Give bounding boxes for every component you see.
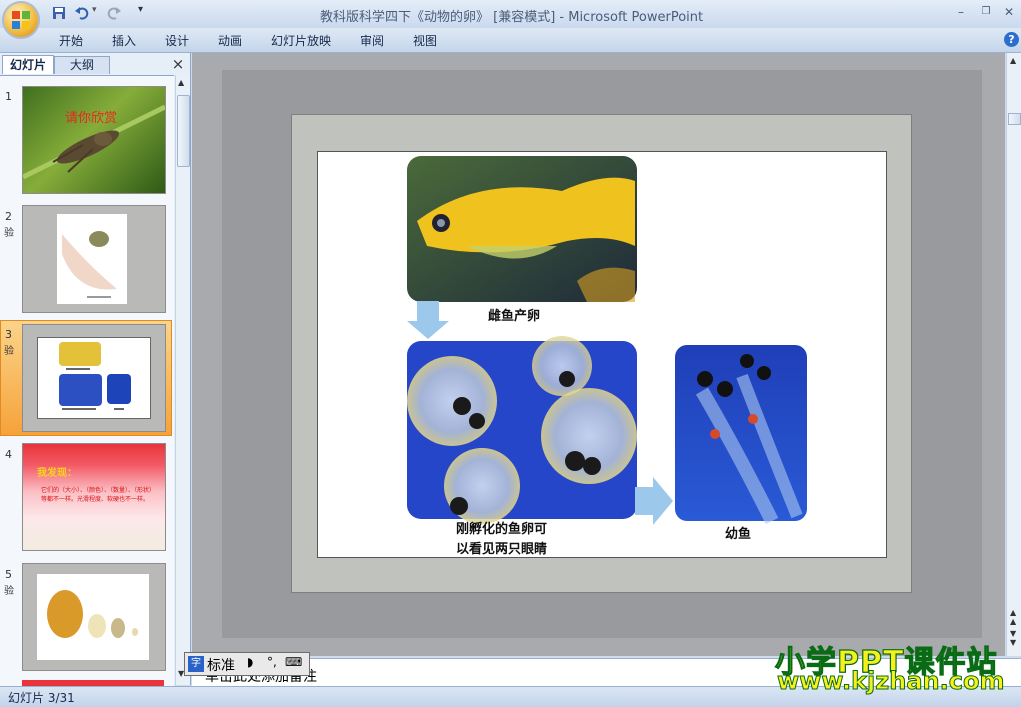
caption-female-fish: 雌鱼产卵 — [488, 309, 541, 324]
animation-marker: 验 — [4, 228, 14, 239]
tab-insert[interactable]: 插入 — [112, 32, 136, 49]
grasshopper-image — [23, 104, 165, 180]
ime-logo-icon[interactable]: 字 — [188, 656, 204, 672]
thumbnail-number: 4 — [5, 448, 12, 461]
hatched-eggs-photo — [407, 336, 637, 524]
slide-graphics — [407, 156, 807, 525]
close-window-icon[interactable]: ✕ — [1000, 4, 1018, 20]
tab-slideshow[interactable]: 幻灯片放映 — [271, 32, 331, 49]
animation-marker: 验 — [4, 346, 14, 357]
thumbnail-scrollbar[interactable]: ▲ ▼ — [175, 75, 190, 685]
thumbnail-number: 2 — [5, 210, 12, 223]
female-fish-photo — [407, 156, 637, 302]
arrow-right-icon — [635, 477, 673, 525]
scroll-up-icon[interactable]: ▲ — [1010, 56, 1016, 65]
soft-keyboard-icon[interactable]: ⌨ — [285, 655, 302, 669]
eggs-photo — [47, 590, 138, 638]
arrow-down-icon — [407, 301, 449, 339]
caption-hatched-eggs-2: 以看见两只眼睛 — [456, 542, 548, 557]
thumbnail-slide-4[interactable]: 我发现： 它们的（大小）、（颜色）、（数量）、（形状）等都不一样。光滑程度、软硬… — [22, 443, 166, 551]
tab-review[interactable]: 审阅 — [360, 32, 384, 49]
ime-mode[interactable]: 标准 — [207, 655, 235, 675]
prev-slide-icon[interactable]: ▲ ▲ — [1010, 608, 1016, 626]
fish-egg-photos — [59, 342, 131, 410]
close-panel-icon[interactable]: × — [170, 56, 186, 72]
thumbnail-slide-3[interactable] — [22, 324, 166, 432]
thumbnail-list: 1 请你欣赏 2 验 3 验 4 我发现： 它们的（大小）、（颜色）、（数量）、… — [0, 75, 174, 686]
half-width-icon[interactable]: ◗ — [247, 655, 253, 669]
tab-home[interactable]: 开始 — [59, 32, 83, 49]
thumbnail-title: 我发现： — [37, 468, 77, 479]
redo-icon[interactable] — [106, 4, 122, 22]
scroll-up-icon[interactable]: ▲ — [178, 78, 184, 87]
thumbnail-slide-2[interactable] — [22, 205, 166, 313]
thumbnail-slide-5[interactable] — [22, 563, 166, 671]
tab-design[interactable]: 设计 — [165, 32, 189, 49]
caption-hatched-eggs-1: 刚孵化的鱼卵可 — [456, 522, 548, 537]
animation-marker: 验 — [4, 586, 14, 597]
thumbnail-title: 请你欣赏 — [65, 111, 118, 126]
undo-icon[interactable] — [74, 4, 90, 22]
punctuation-icon[interactable]: °, — [267, 655, 277, 669]
thumbnail-page — [37, 337, 151, 419]
tab-animations[interactable]: 动画 — [218, 32, 242, 49]
restore-icon[interactable]: ❐ — [977, 4, 995, 20]
undo-dropdown-icon[interactable]: ▾ — [92, 5, 97, 15]
window-title: 教科版科学四下《动物的卵》 [兼容模式] - Microsoft PowerPo… — [320, 10, 704, 25]
egg-photo — [62, 231, 117, 298]
slide-scrollbar[interactable]: ▲ ▲ ▲ ▼ ▼ — [1006, 53, 1021, 656]
thumbnail-page — [37, 574, 149, 660]
thumbnail-number: 1 — [5, 90, 12, 103]
ime-toolbar[interactable]: 字 标准 ◗ °, ⌨ — [184, 652, 310, 676]
slide-counter: 幻灯片 3/31 — [8, 691, 75, 705]
young-fish-photo — [675, 345, 807, 525]
caption-young-fish: 幼鱼 — [725, 527, 752, 542]
minimize-icon[interactable]: – — [952, 4, 970, 20]
scrollbar-thumb[interactable] — [177, 95, 190, 167]
scrollbar-thumb[interactable] — [1008, 113, 1021, 125]
thumbnail-body: 它们的（大小）、（颜色）、（数量）、（形状）等都不一样。光滑程度、软硬也不一样。 — [41, 487, 156, 503]
thumbnail-number: 3 — [5, 328, 12, 341]
customize-qat-icon[interactable]: ▾ — [138, 4, 143, 15]
tab-view[interactable]: 视图 — [413, 32, 437, 49]
tab-slides[interactable]: 幻灯片 — [2, 55, 54, 74]
tab-outline[interactable]: 大纲 — [54, 56, 110, 74]
thumbnail-slide-1[interactable]: 请你欣赏 — [22, 86, 166, 194]
office-logo-icon — [12, 11, 30, 29]
thumbnail-page — [57, 214, 127, 304]
watermark-url: www.kjzhan.com — [776, 667, 1005, 696]
help-icon[interactable]: ? — [1004, 32, 1019, 47]
save-icon[interactable] — [52, 4, 66, 22]
ribbon-tab-bar — [0, 28, 1021, 53]
office-button[interactable] — [2, 1, 40, 39]
thumbnail-number: 5 — [5, 568, 12, 581]
next-slide-icon[interactable]: ▼ ▼ — [1010, 629, 1016, 647]
